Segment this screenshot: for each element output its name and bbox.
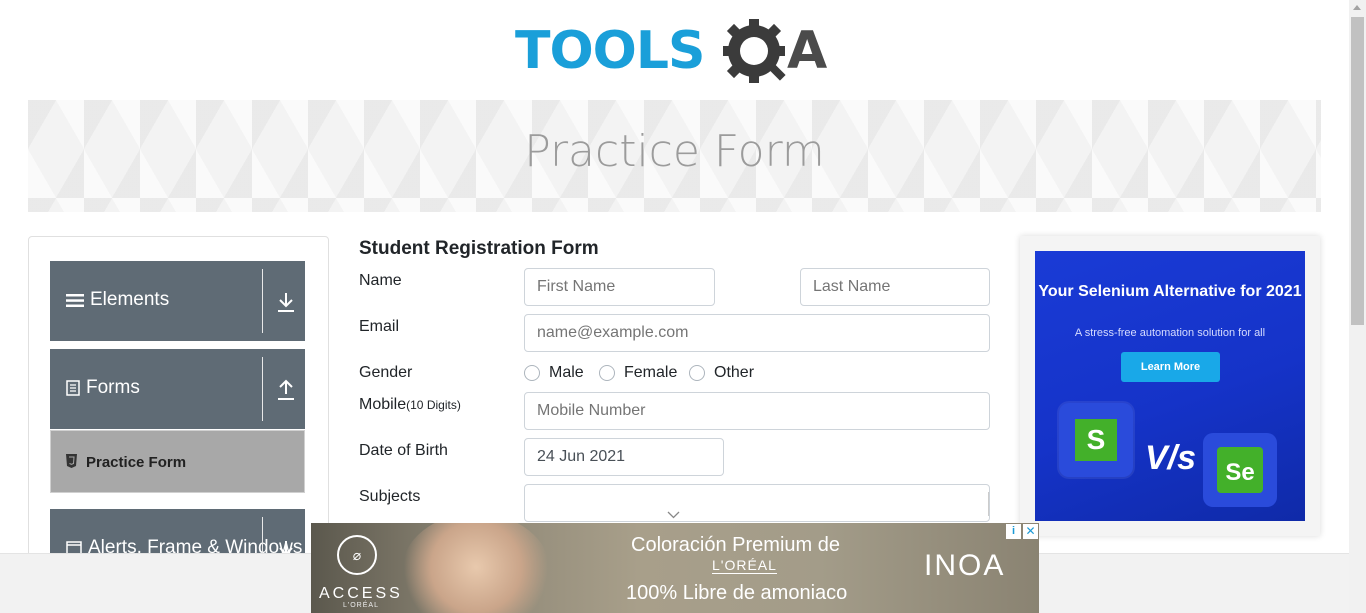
menu-icon	[66, 293, 84, 307]
radio-circle[interactable]	[524, 365, 540, 381]
ad-brand: L'ORÉAL	[712, 557, 777, 574]
ad-close-icon[interactable]: ✕	[1023, 524, 1038, 539]
dob-label: Date of Birth	[359, 442, 448, 459]
sidebar-item-practice-form[interactable]: Practice Form	[50, 430, 305, 493]
sidebar-group-label: Forms	[66, 377, 140, 399]
mobile-input[interactable]	[524, 392, 990, 430]
download-arrow-icon[interactable]	[276, 291, 296, 313]
ad-product: INOA	[924, 549, 1006, 582]
learn-more-button[interactable]: Learn More	[1121, 352, 1220, 382]
ad-creative[interactable]: Your Selenium Alternative for 2021 A str…	[1035, 251, 1305, 521]
scrollbar-thumb[interactable]	[1351, 17, 1364, 325]
ad-headline: Your Selenium Alternative for 2021	[1038, 283, 1302, 300]
ad-info-icon[interactable]: i	[1006, 524, 1021, 539]
form-title: Student Registration Form	[359, 238, 599, 259]
date-of-birth-input[interactable]: 24 Jun 2021	[524, 438, 724, 476]
gender-radio-other[interactable]: Other	[689, 364, 754, 382]
document-icon	[66, 380, 80, 396]
mobile-hint: (10 Digits)	[406, 398, 461, 412]
ad-model-image	[401, 523, 551, 613]
name-label: Name	[359, 272, 402, 289]
gender-radio-male[interactable]: Male	[524, 364, 584, 382]
gender-label: Gender	[359, 364, 413, 381]
mobile-label: Mobile(10 Digits)	[359, 396, 461, 414]
radio-label[interactable]: Female	[624, 364, 677, 382]
last-name-input[interactable]	[800, 268, 990, 306]
ad-line-1: Coloración Premium de	[631, 534, 840, 556]
ad-left-logo: S	[1075, 419, 1117, 461]
sidebar-group-label: Elements	[66, 289, 169, 311]
scroll-up-arrow-icon[interactable]	[1353, 5, 1361, 10]
page-banner: Practice Form	[28, 100, 1321, 212]
logo-suffix: A	[787, 21, 828, 81]
upload-arrow-icon[interactable]	[276, 379, 296, 401]
divider	[262, 269, 263, 333]
scrollbar[interactable]	[1349, 0, 1366, 613]
sidebar-group-forms[interactable]: Forms	[50, 349, 305, 429]
radio-circle[interactable]	[689, 365, 705, 381]
page: TOOLS A Practice Form Elements Forms Pra…	[0, 0, 1366, 613]
ad-left-tile: S	[1059, 403, 1133, 477]
ad-line-3: 100% Libre de amoniaco	[626, 582, 848, 604]
ad-left-sub: L'ORÉAL	[343, 602, 379, 609]
divider	[988, 492, 989, 516]
sidebar-item-label: Practice Form	[86, 454, 187, 471]
subjects-label: Subjects	[359, 488, 421, 505]
email-input[interactable]	[524, 314, 990, 352]
sidebar-group-elements[interactable]: Elements	[50, 261, 305, 341]
ad-right-tile: Se	[1203, 433, 1277, 507]
email-label: Email	[359, 318, 400, 335]
sidebar: Elements Forms Practice Form Alerts, Fra…	[28, 236, 329, 566]
chevron-down-icon[interactable]	[667, 511, 680, 519]
subjects-input[interactable]	[524, 484, 990, 522]
ad-banner-bottom[interactable]: ⌀ ACCESS L'ORÉAL Coloración Premium de L…	[311, 523, 1039, 613]
html5-icon	[66, 454, 77, 468]
radio-circle[interactable]	[599, 365, 615, 381]
toolsqa-logo[interactable]: TOOLS A	[515, 16, 840, 91]
divider	[262, 357, 263, 421]
radio-label[interactable]: Male	[549, 364, 584, 382]
mobile-label-text: Mobile	[359, 396, 407, 413]
ad-banner-right[interactable]: Your Selenium Alternative for 2021 A str…	[1020, 236, 1320, 536]
ad-subline: A stress-free automation solution for al…	[1074, 327, 1266, 339]
sidebar-group-elements-label: Elements	[90, 289, 170, 310]
ad-vs-text: V/s	[1145, 439, 1197, 477]
ad-left-brand: ACCESS	[319, 585, 403, 602]
sidebar-group-forms-label: Forms	[86, 377, 140, 398]
gear-icon	[723, 19, 786, 83]
logo-text: TOOLS	[515, 21, 705, 81]
gender-radio-female[interactable]: Female	[599, 364, 677, 382]
ad-right-logo: Se	[1217, 447, 1263, 493]
page-title: Practice Form	[524, 126, 825, 177]
access-logo-icon: ⌀	[337, 535, 377, 575]
radio-label[interactable]: Other	[714, 364, 754, 382]
first-name-input[interactable]	[524, 268, 715, 306]
